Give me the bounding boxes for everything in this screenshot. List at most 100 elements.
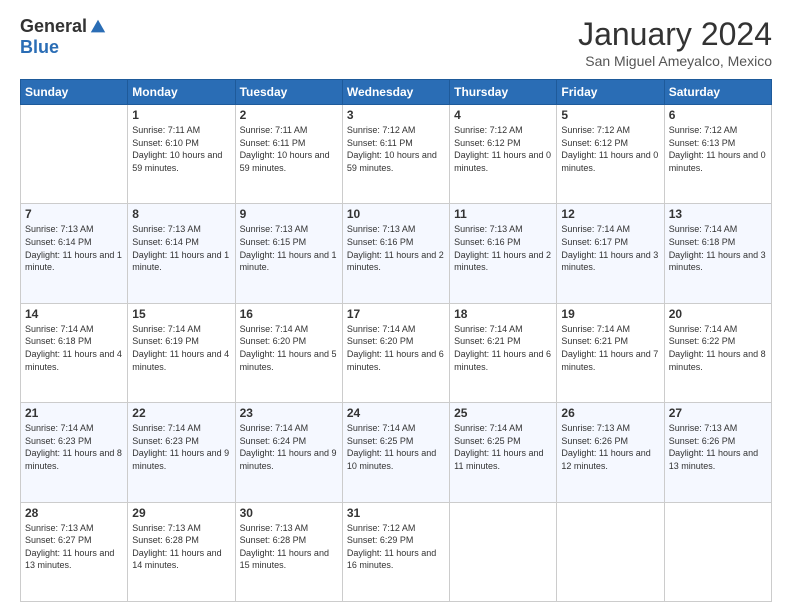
day-info: Sunrise: 7:14 AMSunset: 6:22 PMDaylight:… (669, 323, 767, 373)
day-info: Sunrise: 7:12 AMSunset: 6:29 PMDaylight:… (347, 522, 445, 572)
table-row: 8 Sunrise: 7:13 AMSunset: 6:14 PMDaylight… (128, 204, 235, 303)
table-row: 5Sunrise: 7:12 AMSunset: 6:12 PMDaylight… (557, 105, 664, 204)
table-row: 27 Sunrise: 7:13 AMSunset: 6:26 PMDayligh… (664, 403, 771, 502)
col-saturday: Saturday (664, 80, 771, 105)
day-info: Sunrise: 7:13 AMSunset: 6:26 PMDaylight:… (561, 422, 659, 472)
day-number: 16 (240, 307, 338, 321)
col-sunday: Sunday (21, 80, 128, 105)
table-row: 18 Sunrise: 7:14 AMSunset: 6:21 PMDayligh… (450, 303, 557, 402)
day-number: 9 (240, 207, 338, 221)
table-row: 19Sunrise: 7:14 AMSunset: 6:21 PMDayligh… (557, 303, 664, 402)
day-number: 25 (454, 406, 552, 420)
calendar-table: Sunday Monday Tuesday Wednesday Thursday… (20, 79, 772, 602)
table-row: 25Sunrise: 7:14 AMSunset: 6:25 PMDayligh… (450, 403, 557, 502)
day-number: 19 (561, 307, 659, 321)
day-number: 7 (25, 207, 123, 221)
table-row: 17 Sunrise: 7:14 AMSunset: 6:20 PMDayligh… (342, 303, 449, 402)
calendar-week-row: 21Sunrise: 7:14 AMSunset: 6:23 PMDayligh… (21, 403, 772, 502)
table-row: 15Sunrise: 7:14 AMSunset: 6:19 PMDayligh… (128, 303, 235, 402)
table-row: 20 Sunrise: 7:14 AMSunset: 6:22 PMDayligh… (664, 303, 771, 402)
table-row: 7 Sunrise: 7:13 AMSunset: 6:14 PMDaylight… (21, 204, 128, 303)
day-number: 22 (132, 406, 230, 420)
day-number: 24 (347, 406, 445, 420)
day-info: Sunrise: 7:14 AMSunset: 6:24 PMDaylight:… (240, 422, 338, 472)
day-info: Sunrise: 7:13 AMSunset: 6:27 PMDaylight:… (25, 522, 123, 572)
table-row: 1 Sunrise: 7:11 AMSunset: 6:10 PMDaylight… (128, 105, 235, 204)
day-info: Sunrise: 7:13 AMSunset: 6:26 PMDaylight:… (669, 422, 767, 472)
table-row: 21Sunrise: 7:14 AMSunset: 6:23 PMDayligh… (21, 403, 128, 502)
day-number: 31 (347, 506, 445, 520)
day-number: 11 (454, 207, 552, 221)
day-info: Sunrise: 7:13 AMSunset: 6:14 PMDaylight:… (25, 223, 123, 273)
table-row: 26 Sunrise: 7:13 AMSunset: 6:26 PMDayligh… (557, 403, 664, 502)
col-wednesday: Wednesday (342, 80, 449, 105)
table-row: 14 Sunrise: 7:14 AMSunset: 6:18 PMDayligh… (21, 303, 128, 402)
logo-general-text: General (20, 16, 87, 37)
day-number: 14 (25, 307, 123, 321)
table-row: 29Sunrise: 7:13 AMSunset: 6:28 PMDayligh… (128, 502, 235, 601)
table-row (557, 502, 664, 601)
table-row: 28Sunrise: 7:13 AMSunset: 6:27 PMDayligh… (21, 502, 128, 601)
day-info: Sunrise: 7:14 AMSunset: 6:18 PMDaylight:… (669, 223, 767, 273)
calendar-header-row: Sunday Monday Tuesday Wednesday Thursday… (21, 80, 772, 105)
table-row (664, 502, 771, 601)
logo-blue-text: Blue (20, 37, 59, 57)
table-row: 10Sunrise: 7:13 AMSunset: 6:16 PMDayligh… (342, 204, 449, 303)
col-friday: Friday (557, 80, 664, 105)
day-info: Sunrise: 7:14 AMSunset: 6:20 PMDaylight:… (347, 323, 445, 373)
day-info: Sunrise: 7:14 AMSunset: 6:23 PMDaylight:… (132, 422, 230, 472)
day-number: 18 (454, 307, 552, 321)
col-thursday: Thursday (450, 80, 557, 105)
logo-icon (89, 18, 107, 36)
day-number: 12 (561, 207, 659, 221)
calendar-week-row: 14 Sunrise: 7:14 AMSunset: 6:18 PMDayligh… (21, 303, 772, 402)
table-row: 23 Sunrise: 7:14 AMSunset: 6:24 PMDayligh… (235, 403, 342, 502)
day-info: Sunrise: 7:12 AMSunset: 6:13 PMDaylight:… (669, 124, 767, 174)
page-header: General Blue January 2024 San Miguel Ame… (20, 16, 772, 69)
day-number: 8 (132, 207, 230, 221)
day-info: Sunrise: 7:11 AMSunset: 6:10 PMDaylight:… (132, 124, 230, 174)
day-number: 6 (669, 108, 767, 122)
table-row (450, 502, 557, 601)
col-monday: Monday (128, 80, 235, 105)
calendar-week-row: 7 Sunrise: 7:13 AMSunset: 6:14 PMDaylight… (21, 204, 772, 303)
day-number: 17 (347, 307, 445, 321)
table-row: 24Sunrise: 7:14 AMSunset: 6:25 PMDayligh… (342, 403, 449, 502)
calendar-week-row: 28Sunrise: 7:13 AMSunset: 6:27 PMDayligh… (21, 502, 772, 601)
day-info: Sunrise: 7:14 AMSunset: 6:17 PMDaylight:… (561, 223, 659, 273)
col-tuesday: Tuesday (235, 80, 342, 105)
table-row (21, 105, 128, 204)
day-number: 15 (132, 307, 230, 321)
day-number: 3 (347, 108, 445, 122)
location-subtitle: San Miguel Ameyalco, Mexico (578, 53, 772, 69)
day-number: 23 (240, 406, 338, 420)
table-row: 4Sunrise: 7:12 AMSunset: 6:12 PMDaylight… (450, 105, 557, 204)
table-row: 30Sunrise: 7:13 AMSunset: 6:28 PMDayligh… (235, 502, 342, 601)
day-info: Sunrise: 7:14 AMSunset: 6:21 PMDaylight:… (454, 323, 552, 373)
day-info: Sunrise: 7:14 AMSunset: 6:23 PMDaylight:… (25, 422, 123, 472)
day-info: Sunrise: 7:13 AMSunset: 6:28 PMDaylight:… (240, 522, 338, 572)
table-row: 9 Sunrise: 7:13 AMSunset: 6:15 PMDaylight… (235, 204, 342, 303)
day-info: Sunrise: 7:13 AMSunset: 6:15 PMDaylight:… (240, 223, 338, 273)
day-number: 26 (561, 406, 659, 420)
day-info: Sunrise: 7:13 AMSunset: 6:14 PMDaylight:… (132, 223, 230, 273)
title-block: January 2024 San Miguel Ameyalco, Mexico (578, 16, 772, 69)
day-number: 20 (669, 307, 767, 321)
table-row: 6 Sunrise: 7:12 AMSunset: 6:13 PMDaylight… (664, 105, 771, 204)
table-row: 31 Sunrise: 7:12 AMSunset: 6:29 PMDayligh… (342, 502, 449, 601)
table-row: 22 Sunrise: 7:14 AMSunset: 6:23 PMDayligh… (128, 403, 235, 502)
day-info: Sunrise: 7:13 AMSunset: 6:28 PMDaylight:… (132, 522, 230, 572)
table-row: 2Sunrise: 7:11 AMSunset: 6:11 PMDaylight… (235, 105, 342, 204)
logo: General Blue (20, 16, 107, 58)
table-row: 3Sunrise: 7:12 AMSunset: 6:11 PMDaylight… (342, 105, 449, 204)
table-row: 12 Sunrise: 7:14 AMSunset: 6:17 PMDayligh… (557, 204, 664, 303)
table-row: 11 Sunrise: 7:13 AMSunset: 6:16 PMDayligh… (450, 204, 557, 303)
month-title: January 2024 (578, 16, 772, 53)
day-info: Sunrise: 7:12 AMSunset: 6:12 PMDaylight:… (454, 124, 552, 174)
day-number: 5 (561, 108, 659, 122)
day-number: 27 (669, 406, 767, 420)
day-number: 1 (132, 108, 230, 122)
day-info: Sunrise: 7:11 AMSunset: 6:11 PMDaylight:… (240, 124, 338, 174)
day-info: Sunrise: 7:14 AMSunset: 6:18 PMDaylight:… (25, 323, 123, 373)
day-info: Sunrise: 7:13 AMSunset: 6:16 PMDaylight:… (454, 223, 552, 273)
